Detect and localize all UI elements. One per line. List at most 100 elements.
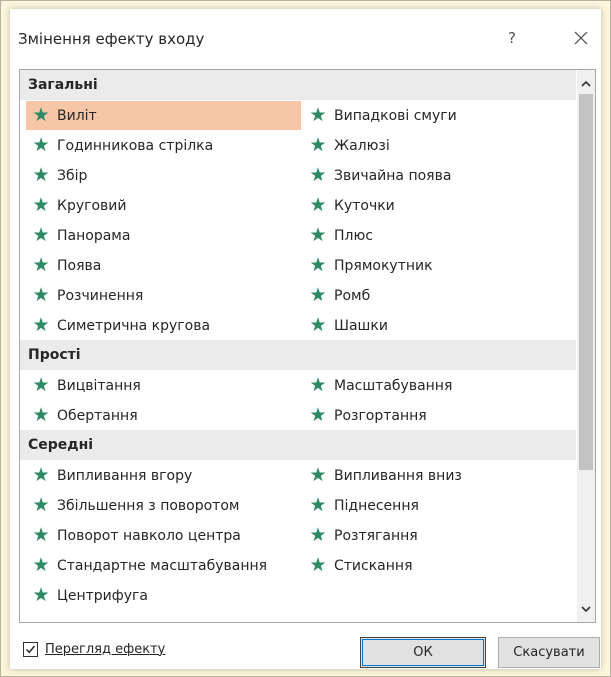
star-icon: ★: [309, 374, 327, 396]
effect-item[interactable]: ★ Поява: [26, 251, 301, 280]
effects-list: Загальні ★ Виліт ★ Випадкові смуги ★ Годиннико…: [20, 70, 576, 622]
star-icon: ★: [309, 524, 327, 546]
star-icon: ★: [309, 554, 327, 576]
effect-item[interactable]: ★ Куточки: [303, 191, 573, 220]
effect-item[interactable]: ★ Звичайна поява: [303, 161, 573, 190]
effect-label: Круговий: [57, 197, 127, 214]
effect-item[interactable]: ★ Панорама: [26, 221, 301, 250]
star-icon: ★: [32, 524, 50, 546]
effect-label: Розчинення: [57, 287, 144, 304]
star-icon: ★: [32, 494, 50, 516]
effect-item[interactable]: ★ Випадкові смуги: [303, 101, 573, 130]
chevron-down-icon: [581, 605, 591, 612]
effect-label: Жалюзі: [334, 137, 390, 154]
star-icon: ★: [309, 194, 327, 216]
effect-label: Симетрична кругова: [57, 317, 211, 334]
effect-item[interactable]: ★ Збір: [26, 161, 301, 190]
effect-item[interactable]: ★ Розгортання: [303, 401, 573, 430]
effect-label: Звичайна поява: [334, 167, 452, 184]
effect-label: Стискання: [334, 557, 413, 574]
star-icon: ★: [309, 224, 327, 246]
effect-item[interactable]: ★ Стискання: [303, 551, 573, 580]
effect-label: Вицвітання: [57, 377, 141, 394]
effect-item[interactable]: ★ Вицвітання: [26, 371, 301, 400]
effect-item[interactable]: ★ Піднесення: [303, 491, 573, 520]
star-icon: ★: [32, 254, 50, 276]
star-icon: ★: [309, 494, 327, 516]
effect-item[interactable]: ★ Центрифуга: [26, 581, 301, 610]
effect-item[interactable]: ★ Симетрична кругова: [26, 311, 301, 340]
star-icon: ★: [309, 284, 327, 306]
effect-label: Годинникова стрілка: [57, 137, 214, 154]
cancel-button[interactable]: Скасувати: [498, 637, 600, 668]
effect-item[interactable]: ★ Жалюзі: [303, 131, 573, 160]
effect-label: Прямокутник: [334, 257, 433, 274]
close-button[interactable]: [570, 26, 592, 50]
star-icon: ★: [32, 134, 50, 156]
effect-label: Центрифуга: [57, 587, 148, 604]
effect-label: Плюс: [334, 227, 373, 244]
chevron-up-icon: [581, 80, 591, 87]
dialog-title: Змінення ефекту входу: [18, 30, 205, 48]
scroll-up-button[interactable]: [577, 74, 595, 92]
effect-item[interactable]: ★ Ромб: [303, 281, 573, 310]
effect-item[interactable]: ★ Годинникова стрілка: [26, 131, 301, 160]
star-icon: ★: [32, 374, 50, 396]
effect-item[interactable]: ★ Розчинення: [26, 281, 301, 310]
checkmark-icon: [26, 645, 36, 654]
effect-label: Збір: [57, 167, 88, 184]
group-header: Прості: [20, 340, 576, 370]
star-icon: ★: [309, 134, 327, 156]
effect-item[interactable]: ★ Масштабування: [303, 371, 573, 400]
effect-item[interactable]: ★ Виліт: [26, 101, 301, 130]
preview-effect-option[interactable]: Перегляд ефекту: [23, 642, 165, 657]
help-button[interactable]: ?: [502, 26, 522, 50]
effect-label: Піднесення: [334, 497, 419, 514]
effect-label: Шашки: [334, 317, 388, 334]
effect-item[interactable]: ★ Обертання: [26, 401, 301, 430]
effect-label: Розгортання: [334, 407, 427, 424]
star-icon: ★: [32, 194, 50, 216]
effects-listbox[interactable]: Загальні ★ Виліт ★ Випадкові смуги ★ Годиннико…: [19, 69, 596, 623]
effect-item[interactable]: ★ Шашки: [303, 311, 573, 340]
effect-label: Поява: [57, 257, 102, 274]
star-icon: ★: [309, 404, 327, 426]
star-icon: ★: [309, 464, 327, 486]
star-icon: ★: [32, 284, 50, 306]
effect-label: Обертання: [57, 407, 138, 424]
ok-button[interactable]: ОК: [360, 637, 486, 668]
effect-item[interactable]: ★ Випливання вгору: [26, 461, 301, 490]
star-icon: ★: [32, 554, 50, 576]
effect-label: Випливання вниз: [334, 467, 462, 484]
effect-label: Випадкові смуги: [334, 107, 457, 124]
star-icon: ★: [32, 404, 50, 426]
vertical-scrollbar[interactable]: [577, 70, 595, 622]
effect-label: Виліт: [57, 107, 97, 124]
preview-effect-label: Перегляд ефекту: [45, 642, 166, 657]
page-frame: Змінення ефекту входу ? Загальні ★ Виліт ★ В…: [0, 0, 611, 677]
scroll-down-button[interactable]: [577, 600, 595, 618]
effect-label: Ромб: [334, 287, 371, 304]
scroll-thumb[interactable]: [579, 94, 593, 470]
star-icon: ★: [309, 254, 327, 276]
preview-effect-checkbox[interactable]: [23, 642, 38, 657]
effect-label: Стандартне масштабування: [57, 557, 268, 574]
group-header: Загальні: [20, 70, 576, 100]
effect-label: Випливання вгору: [57, 467, 193, 484]
effect-item[interactable]: ★ Випливання вниз: [303, 461, 573, 490]
effect-item[interactable]: ★ Поворот навколо центра: [26, 521, 301, 550]
star-icon: ★: [32, 224, 50, 246]
effect-item[interactable]: ★ Збільшення з поворотом: [26, 491, 301, 520]
star-icon: ★: [309, 164, 327, 186]
effect-item[interactable]: ★ Стандартне масштабування: [26, 551, 301, 580]
effect-label: Панорама: [57, 227, 131, 244]
effect-item[interactable]: ★ Круговий: [26, 191, 301, 220]
effect-item[interactable]: ★ Плюс: [303, 221, 573, 250]
group-header: Середні: [20, 430, 576, 460]
star-icon: ★: [32, 584, 50, 606]
effect-item[interactable]: ★ Розтягання: [303, 521, 573, 550]
star-icon: ★: [32, 314, 50, 336]
close-icon: [574, 31, 588, 45]
effect-item[interactable]: ★ Прямокутник: [303, 251, 573, 280]
effect-label: Розтягання: [334, 527, 418, 544]
